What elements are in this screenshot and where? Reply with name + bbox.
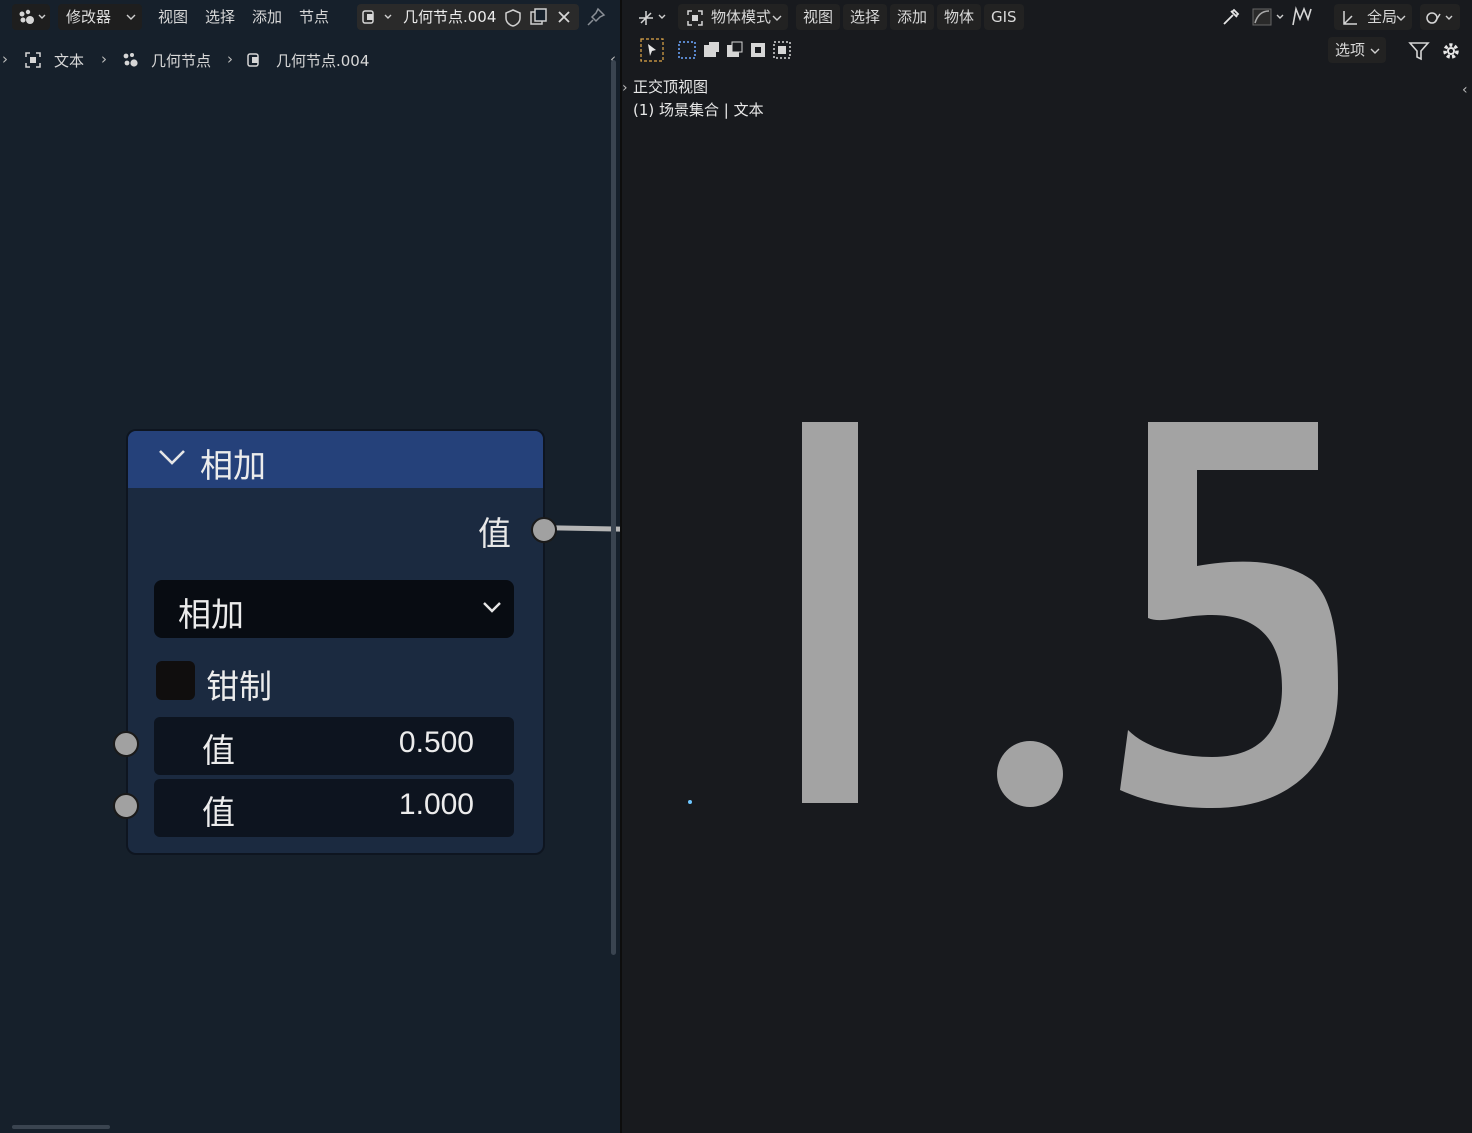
vp-menu-gis[interactable]: GIS <box>984 4 1024 30</box>
snapping-curve-icon[interactable] <box>1252 7 1288 27</box>
menu-add[interactable]: 添加 <box>248 4 286 30</box>
duplicate-icon[interactable] <box>529 7 549 27</box>
pivot-point-dropdown[interactable] <box>1420 4 1460 30</box>
chevron-down-icon <box>1396 15 1406 21</box>
editor-type-button[interactable] <box>12 4 50 30</box>
value-field-2[interactable]: 值 1.000 <box>154 779 514 837</box>
options-label: 选项 <box>1335 41 1366 59</box>
chevron-down-icon <box>126 14 136 20</box>
orientation-axes-icon <box>1343 11 1357 25</box>
object-origin[interactable] <box>688 800 692 804</box>
gear-icon[interactable] <box>1440 40 1462 62</box>
operation-label: 相加 <box>178 595 244 634</box>
view-name-overlay: 正交顶视图 <box>633 78 709 96</box>
value-field-label: 值 <box>202 731 235 770</box>
vertical-scrollbar[interactable] <box>611 60 616 955</box>
operation-dropdown[interactable]: 相加 <box>154 580 514 638</box>
breadcrumb-object[interactable]: 文本 <box>54 50 84 71</box>
clamp-label: 钳制 <box>206 667 272 706</box>
breadcrumb-modifier[interactable]: 几何节点 <box>151 50 211 71</box>
chevron-left-icon[interactable]: ‹ <box>1462 82 1468 98</box>
chevron-down-icon[interactable] <box>158 447 186 467</box>
select-tool-icon[interactable] <box>640 38 664 62</box>
fake-user-shield-icon[interactable] <box>503 8 523 28</box>
node-tree-icon <box>247 53 259 67</box>
text-object-render <box>802 422 1338 808</box>
value-field-label: 值 <box>202 793 235 832</box>
close-icon[interactable] <box>556 9 572 25</box>
text-object-display[interactable] <box>622 0 1472 1133</box>
proportional-edit-icon[interactable] <box>1290 5 1314 29</box>
menu-node[interactable]: 节点 <box>295 4 333 30</box>
mode-dropdown[interactable]: 物体模式 <box>678 4 788 30</box>
chevron-down-icon <box>1370 48 1380 54</box>
transform-orientation-label: 全局 <box>1367 8 1398 26</box>
output-socket[interactable] <box>531 517 557 543</box>
geometry-nodes-icon <box>19 9 46 24</box>
breadcrumb: › 文本 › 几何节点 › 几何节点.004 ‹ <box>0 44 620 74</box>
vp-menu-add[interactable]: 添加 <box>890 4 935 30</box>
node-group-name: 几何节点.004 <box>403 8 497 26</box>
selection-mode-icons[interactable] <box>677 40 791 60</box>
input-socket-1[interactable] <box>113 731 139 757</box>
chevron-down-icon <box>772 15 782 21</box>
node-header[interactable]: 相加 <box>128 431 543 488</box>
menu-select[interactable]: 选择 <box>201 4 239 30</box>
chevron-down-icon <box>483 602 501 613</box>
eyedropper-icon[interactable] <box>1220 6 1242 28</box>
text-object-icon <box>25 52 41 68</box>
chevron-right-icon[interactable]: › <box>622 80 628 96</box>
value-field-number: 1.000 <box>398 788 474 821</box>
node-editor[interactable]: 修改器 视图 选择 添加 节点 几何节点.004 › 文本 › 几何节点 › 几… <box>0 0 622 1133</box>
value-field-number: 0.500 <box>398 726 474 759</box>
options-dropdown[interactable]: 选项 <box>1328 37 1386 63</box>
node-title: 相加 <box>200 446 266 485</box>
object-mode-icon <box>687 10 703 26</box>
chevron-right-icon: › <box>2 50 8 68</box>
link-icon <box>1426 12 1453 24</box>
vp-menu-view[interactable]: 视图 <box>796 4 841 30</box>
output-label: 值 <box>478 514 511 553</box>
transform-orientation-dropdown[interactable]: 全局 <box>1334 4 1412 30</box>
input-socket-2[interactable] <box>113 793 139 819</box>
math-node[interactable]: 相加 值 相加 钳制 值 0.500 值 1.000 <box>113 429 557 855</box>
modifier-type-label: 修改器 <box>66 8 112 26</box>
pin-icon[interactable] <box>586 7 606 27</box>
breadcrumb-node-group[interactable]: 几何节点.004 <box>276 50 369 71</box>
mode-label: 物体模式 <box>711 8 772 26</box>
chevron-right-icon: › <box>227 50 233 68</box>
value-field-1[interactable]: 值 0.500 <box>154 717 514 775</box>
filter-icon[interactable] <box>1408 40 1430 62</box>
geometry-nodes-icon <box>123 53 138 67</box>
horizontal-scrollbar[interactable] <box>12 1125 110 1129</box>
vp-menu-select[interactable]: 选择 <box>843 4 888 30</box>
menu-view[interactable]: 视图 <box>154 4 192 30</box>
viewport-tool-row: 选项 <box>622 35 1472 67</box>
vp-menu-object[interactable]: 物体 <box>937 4 982 30</box>
node-editor-header: 修改器 视图 选择 添加 节点 几何节点.004 <box>0 0 620 35</box>
node-tree-icon <box>362 10 392 24</box>
viewport-header: 物体模式 视图 选择 添加 物体 GIS 全局 <box>622 0 1472 35</box>
chevron-right-icon: › <box>101 50 107 68</box>
collection-info-overlay: (1) 场景集合 | 文本 <box>633 101 764 119</box>
3d-viewport[interactable]: 物体模式 视图 选择 添加 物体 GIS 全局 选项 › 正交顶视图 (1) 场… <box>622 0 1472 1133</box>
clamp-checkbox[interactable] <box>156 661 195 700</box>
modifier-type-dropdown[interactable]: 修改器 <box>58 4 142 30</box>
editor-type-3d-viewport-icon[interactable] <box>636 8 670 28</box>
